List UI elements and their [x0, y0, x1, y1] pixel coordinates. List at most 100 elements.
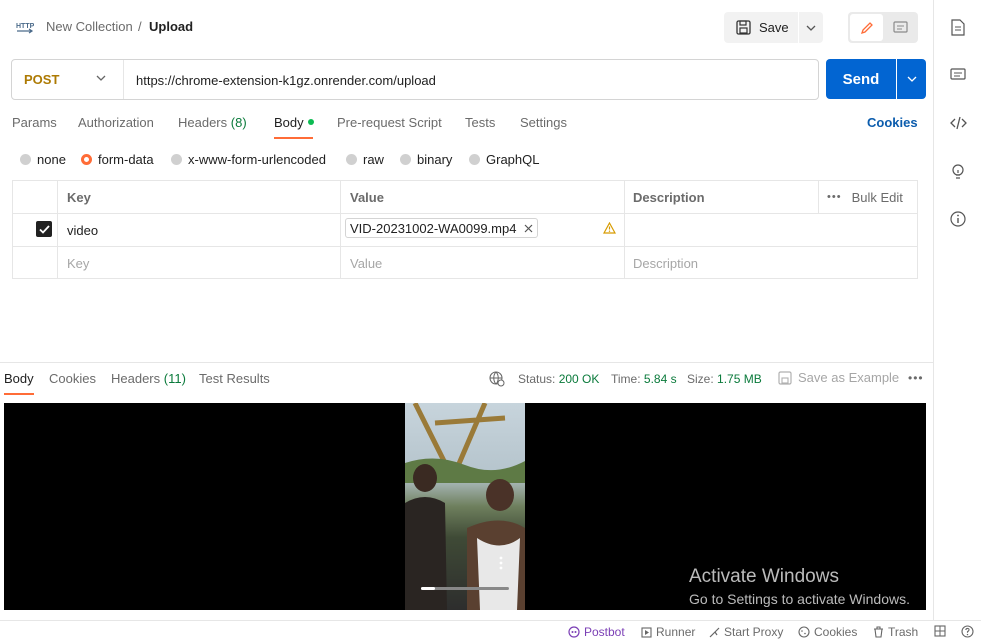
send-button[interactable]: Send — [826, 59, 896, 99]
column-header-key: Key — [67, 189, 91, 205]
start-proxy-button[interactable]: Start Proxy — [709, 625, 783, 639]
file-chip: VID-20231002-WA0099.mp4 — [345, 218, 539, 238]
url-bar: POST — [11, 59, 819, 100]
radio-circle — [469, 154, 480, 165]
runner-icon — [641, 626, 652, 638]
column-divider — [340, 181, 341, 278]
more-options-icon[interactable]: ••• — [827, 191, 842, 203]
send-label: Send — [842, 70, 880, 88]
info-icon[interactable] — [949, 210, 967, 228]
proxy-icon — [709, 627, 720, 637]
status-value[interactable]: 200 OK — [559, 372, 600, 386]
tab-settings[interactable]: Settings — [520, 115, 567, 130]
trash-button[interactable]: Trash — [873, 625, 918, 639]
table-header-row: Key Value Description ••• Bulk Edit — [13, 181, 917, 214]
breadcrumb-request-name[interactable]: Upload — [149, 19, 193, 34]
row-description[interactable] — [625, 214, 633, 246]
layout-icon — [934, 625, 946, 637]
watermark-title: Activate Windows — [689, 566, 839, 587]
cookies-link[interactable]: Cookies — [867, 115, 918, 130]
svg-text:HTTP: HTTP — [16, 23, 34, 30]
bulk-edit-button[interactable]: Bulk Edit — [852, 190, 903, 205]
cookie-icon — [798, 626, 810, 638]
tab-authorization[interactable]: Authorization — [78, 115, 154, 130]
table-actions: ••• Bulk Edit — [819, 181, 903, 213]
warning-icon[interactable] — [603, 222, 616, 234]
comment-icon — [892, 20, 908, 33]
description-placeholder[interactable]: Description — [625, 247, 698, 279]
column-divider — [818, 181, 819, 213]
documentation-icon[interactable] — [949, 18, 967, 36]
size-value[interactable]: 1.75 MB — [717, 372, 762, 386]
radio-binary-label: binary — [417, 152, 453, 167]
tab-params[interactable]: Params — [12, 115, 57, 130]
radio-graphql[interactable]: GraphQL — [469, 152, 539, 167]
tab-headers[interactable]: Headers (8) — [178, 115, 247, 130]
radio-raw-label: raw — [363, 152, 384, 167]
file-name: VID-20231002-WA0099.mp4 — [350, 220, 517, 236]
response-status: Status: 200 OK — [518, 372, 599, 386]
save-icon — [778, 370, 792, 385]
comment-mode-button[interactable] — [884, 14, 916, 41]
table-row-empty: Key Value Description — [13, 247, 917, 280]
help-icon — [961, 625, 974, 638]
response-tab-cookies[interactable]: Cookies — [49, 371, 96, 386]
two-pane-toggle[interactable] — [934, 625, 946, 637]
trash-icon — [874, 626, 883, 638]
row-key[interactable]: video — [59, 214, 98, 246]
time-value[interactable]: 5.84 s — [644, 372, 677, 386]
save-options-button[interactable] — [799, 12, 823, 43]
postman-window: HTTP New Collection / Upload Save POST h… — [0, 0, 981, 642]
remove-file-icon[interactable] — [524, 224, 533, 233]
radio-graphql-label: GraphQL — [486, 152, 540, 167]
radio-form-data-label: form-data — [98, 152, 154, 167]
network-globe-icon[interactable] — [489, 371, 505, 387]
send-options-button[interactable] — [897, 59, 926, 99]
cookies-button[interactable]: Cookies — [798, 625, 857, 639]
edit-mode-button[interactable] — [850, 14, 883, 41]
column-header-description: Description — [633, 189, 705, 205]
response-active-tab-underline — [4, 393, 34, 395]
radio-raw[interactable]: raw — [346, 152, 384, 167]
top-bar: HTTP New Collection / Upload Save — [0, 0, 933, 54]
response-divider[interactable] — [0, 362, 933, 363]
radio-circle — [171, 154, 182, 165]
tab-body[interactable]: Body — [274, 115, 314, 130]
radio-urlencoded[interactable]: x-www-form-urlencoded — [171, 152, 326, 167]
response-tab-headers[interactable]: Headers (11) — [111, 371, 186, 386]
response-more-options-icon[interactable]: ••• — [908, 371, 924, 385]
code-icon[interactable] — [949, 114, 967, 132]
tab-headers-count: (8) — [230, 115, 247, 130]
tab-tests[interactable]: Tests — [465, 115, 495, 130]
video-thumbnail-image — [405, 403, 525, 610]
breadcrumb-collection[interactable]: New Collection — [46, 19, 133, 34]
tab-pre-request-script[interactable]: Pre-request Script — [337, 115, 442, 130]
radio-form-data[interactable]: form-data — [81, 152, 154, 167]
status-bar: Postbot Runner Start Proxy Cookies Trash — [0, 620, 981, 642]
status-label: Status: — [518, 372, 556, 386]
save-as-example-button[interactable]: Save as Example — [778, 370, 899, 385]
save-icon — [736, 20, 751, 35]
comments-icon[interactable] — [949, 66, 967, 84]
runner-button[interactable]: Runner — [641, 625, 695, 639]
http-method-select[interactable]: POST — [12, 60, 124, 99]
key-placeholder[interactable]: Key — [59, 247, 89, 279]
radio-binary[interactable]: binary — [400, 152, 452, 167]
help-button[interactable] — [961, 625, 974, 638]
response-tab-test-results[interactable]: Test Results — [199, 371, 270, 386]
response-tab-body[interactable]: Body — [4, 371, 34, 386]
save-button[interactable]: Save — [724, 12, 798, 43]
http-method-value: POST — [24, 72, 60, 87]
postbot-button[interactable]: Postbot — [568, 625, 625, 639]
radio-circle — [20, 154, 31, 165]
lightbulb-icon[interactable] — [949, 162, 967, 180]
windows-activation-watermark: Activate Windows Go to Settings to activ… — [689, 566, 910, 607]
row-enabled-checkbox[interactable] — [36, 221, 52, 237]
radio-none[interactable]: none — [20, 152, 66, 167]
value-placeholder[interactable]: Value — [342, 247, 382, 279]
column-divider — [57, 181, 58, 278]
radio-none-label: none — [37, 152, 66, 167]
url-input[interactable] — [136, 71, 806, 89]
runner-label: Runner — [656, 625, 696, 639]
body-active-dot — [307, 119, 314, 125]
